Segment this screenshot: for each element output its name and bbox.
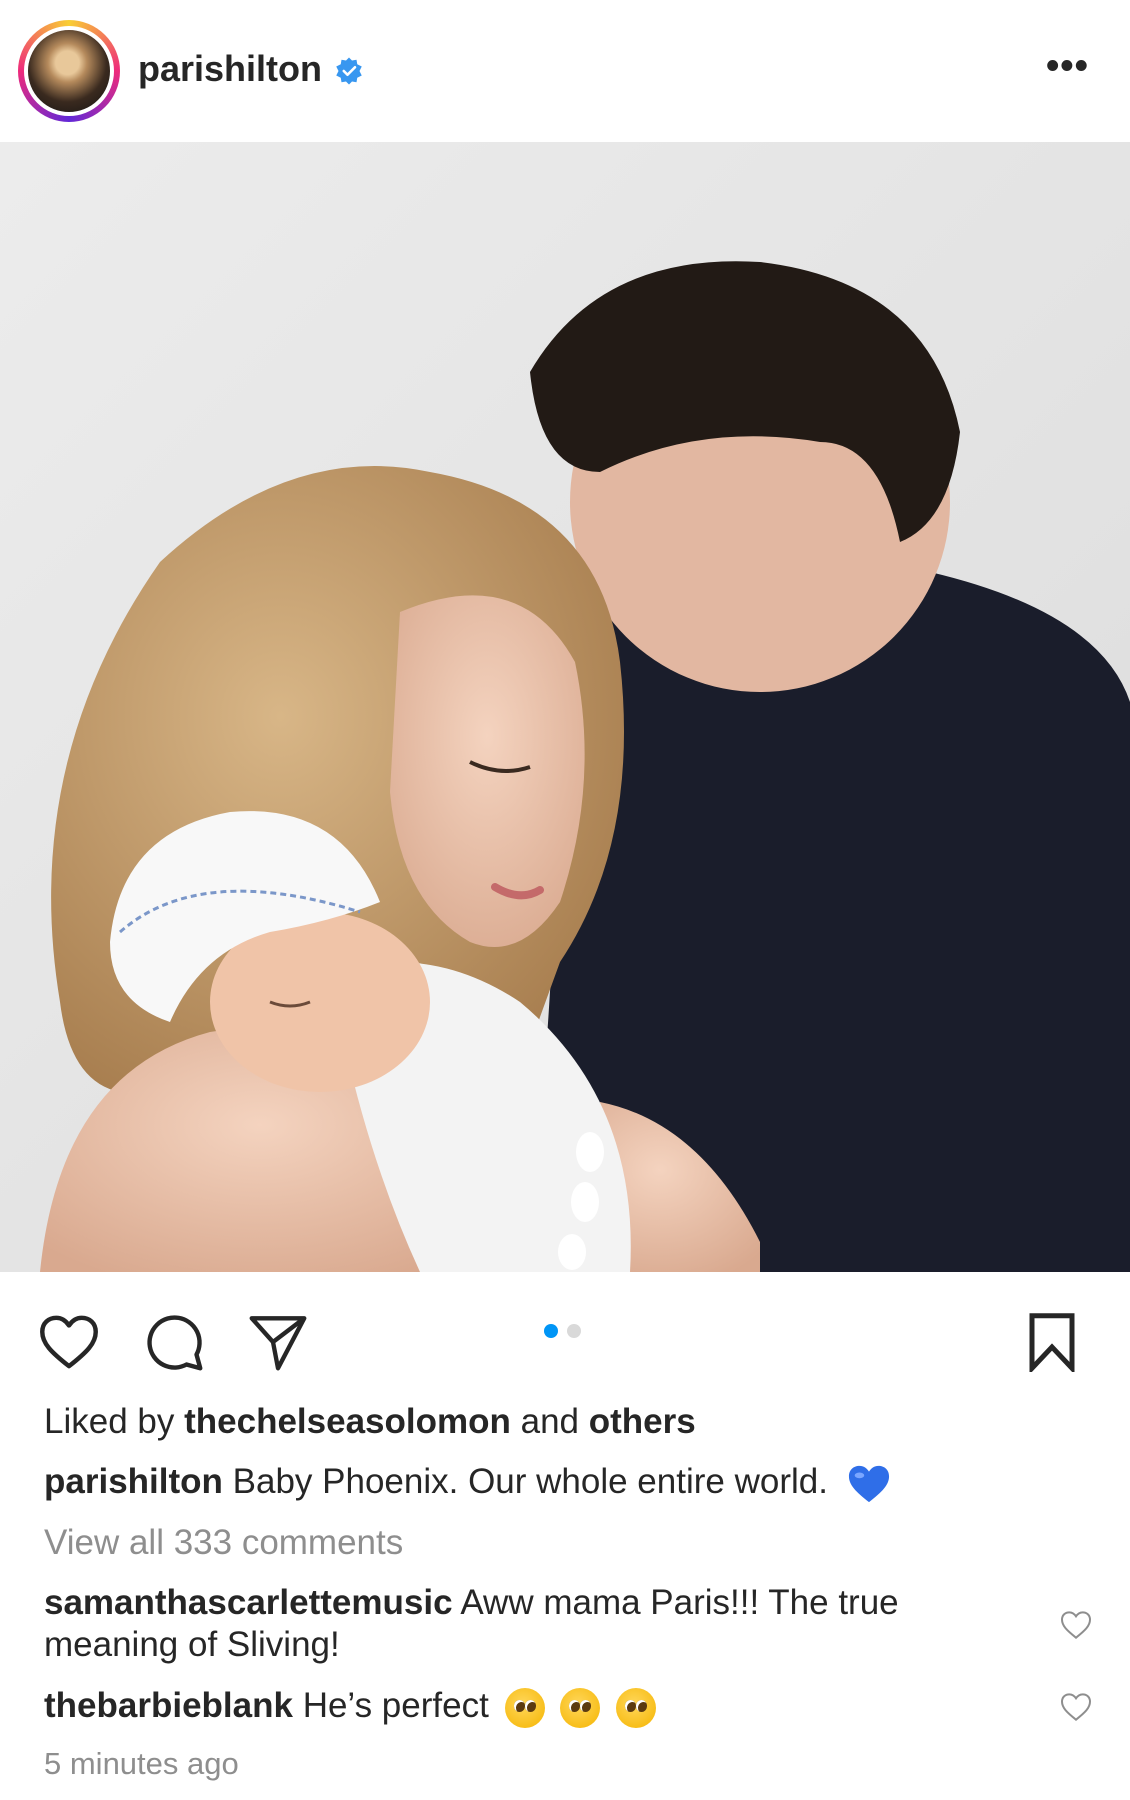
comment-item: thebarbieblank He’s perfect 🥹 🥹 🥹	[44, 1686, 656, 1728]
pleading-face-emoji-icon	[504, 1687, 545, 1728]
carousel-indicator	[544, 1324, 590, 1343]
comment-text-continued: meaning of Sliving!	[44, 1625, 340, 1664]
comment-icon[interactable]	[144, 1312, 204, 1372]
more-options-button[interactable]: •••	[1046, 47, 1094, 86]
likes-line: Liked by thechelseasolomon and others	[44, 1402, 696, 1442]
comment-text: He’s perfect	[302, 1686, 489, 1725]
avatar-story-ring[interactable]	[18, 20, 120, 122]
view-all-comments-link[interactable]: View all 333 comments	[44, 1523, 403, 1563]
post-timestamp: 5 minutes ago	[44, 1746, 239, 1781]
post-username[interactable]: parishilton	[138, 48, 322, 90]
photo-illustration	[0, 142, 1130, 1272]
likes-prefix: Liked by	[44, 1402, 175, 1441]
pleading-face-emoji-icon	[616, 1687, 656, 1728]
avatar[interactable]	[24, 26, 114, 116]
likes-others[interactable]: others	[589, 1402, 696, 1441]
post-photo[interactable]	[0, 142, 1130, 1272]
comment-like-heart-icon[interactable]	[1060, 1610, 1092, 1640]
caption-text: Baby Phoenix. Our whole entire world.	[232, 1462, 828, 1501]
comment-item: samanthascarlettemusic Aww mama Paris!!!…	[44, 1583, 899, 1623]
carousel-dot-active	[544, 1324, 558, 1338]
post-header: parishilton •••	[0, 0, 1130, 142]
verified-badge-icon	[336, 57, 362, 85]
comment-like-heart-icon[interactable]	[1060, 1692, 1092, 1722]
comment-text: Aww mama Paris!!! The true	[460, 1583, 899, 1622]
save-bookmark-icon[interactable]	[1026, 1312, 1078, 1372]
likes-user[interactable]: thechelseasolomon	[184, 1402, 511, 1441]
caption-username[interactable]: parishilton	[44, 1462, 223, 1501]
likes-joiner: and	[520, 1402, 580, 1441]
pleading-face-emoji-icon	[560, 1687, 601, 1728]
caption: parishilton Baby Phoenix. Our whole enti…	[44, 1462, 892, 1505]
share-send-icon[interactable]	[248, 1312, 308, 1372]
comment-username[interactable]: thebarbieblank	[44, 1686, 293, 1725]
comment-username[interactable]: samanthascarlettemusic	[44, 1583, 453, 1622]
carousel-dot	[567, 1324, 581, 1338]
like-heart-icon[interactable]	[38, 1314, 100, 1370]
blue-heart-emoji-icon	[848, 1465, 889, 1502]
